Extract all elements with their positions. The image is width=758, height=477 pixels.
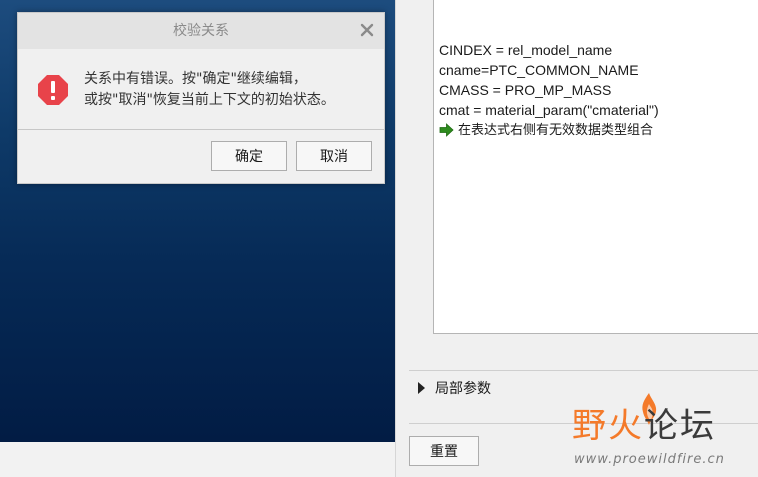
background-bottom-strip xyxy=(0,442,395,477)
close-icon[interactable] xyxy=(360,23,374,37)
dialog-message-line: 或按"取消"恢复当前上下文的初始状态。 xyxy=(84,92,335,108)
code-line: CINDEX = rel_model_name xyxy=(439,42,613,58)
arrow-right-icon xyxy=(439,123,454,137)
dialog-separator xyxy=(18,129,384,130)
watermark-url: www.proewildfire.cn xyxy=(574,452,725,467)
relations-code: CINDEX = rel_model_name cname=PTC_COMMON… xyxy=(439,40,659,140)
code-line: cmat = material_param("cmaterial") xyxy=(439,102,659,118)
code-line: CMASS = PRO_MP_MASS xyxy=(439,82,612,98)
dialog-message-line: 关系中有错误。按"确定"继续编辑， xyxy=(84,71,307,87)
relations-editor[interactable]: CINDEX = rel_model_name cname=PTC_COMMON… xyxy=(433,0,758,334)
cancel-button[interactable]: 取消 xyxy=(296,141,372,171)
code-line: cname=PTC_COMMON_NAME xyxy=(439,62,639,78)
dialog-message: 关系中有错误。按"确定"继续编辑， 或按"取消"恢复当前上下文的初始状态。 xyxy=(84,69,335,111)
error-annotation-text: 在表达式右侧有无效数据类型组合 xyxy=(458,122,654,137)
triangle-right-icon xyxy=(418,382,425,394)
dialog-body: 关系中有错误。按"确定"继续编辑， 或按"取消"恢复当前上下文的初始状态。 xyxy=(18,49,384,129)
reset-button[interactable]: 重置 xyxy=(409,436,479,466)
local-params-label: 局部参数 xyxy=(435,381,491,397)
watermark-title-part2: 论坛 xyxy=(644,406,716,446)
watermark-title: 野火论坛 xyxy=(572,406,716,446)
ok-button[interactable]: 确定 xyxy=(211,141,287,171)
section-divider xyxy=(409,370,758,371)
error-annotation: 在表达式右侧有无效数据类型组合 xyxy=(439,120,659,140)
error-icon xyxy=(38,75,68,105)
watermark-logo: 野火论坛 www.proewildfire.cn xyxy=(570,392,750,472)
local-params-toggle[interactable]: 局部参数 xyxy=(418,378,491,398)
watermark-title-part1: 野火 xyxy=(572,406,644,446)
dialog-title: 校验关系 xyxy=(173,23,229,39)
verify-relations-dialog: 校验关系 关系中有错误。按"确定"继续编辑， 或按"取消"恢复当前上下文的初始状… xyxy=(17,12,385,184)
